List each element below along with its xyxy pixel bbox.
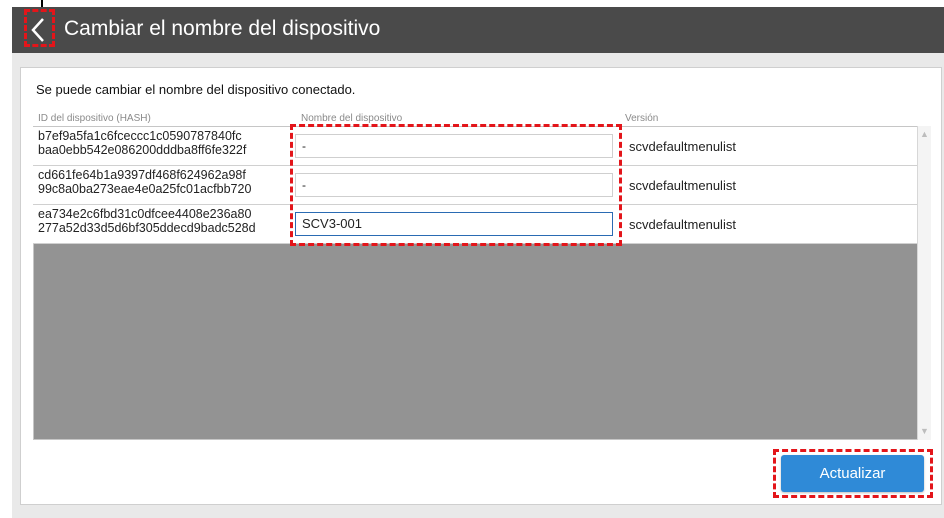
- device-version: scvdefaultmenulist: [629, 217, 736, 232]
- device-name-input[interactable]: -: [295, 173, 613, 197]
- table-row: b7ef9a5fa1c6fceccc1c0590787840fc baa0ebb…: [33, 127, 917, 166]
- device-id: ea734e2c6fbd31c0dfcee4408e236a80 277a52d…: [38, 207, 256, 235]
- device-name-input[interactable]: SCV3-001: [295, 212, 613, 236]
- chevron-left-icon: [31, 18, 44, 42]
- table-scrollbar[interactable]: ▲ ▼: [917, 126, 931, 440]
- device-name-input[interactable]: -: [295, 134, 613, 158]
- device-version: scvdefaultmenulist: [629, 139, 736, 154]
- device-id: b7ef9a5fa1c6fceccc1c0590787840fc baa0ebb…: [38, 129, 247, 157]
- page-title: Cambiar el nombre del dispositivo: [64, 17, 381, 40]
- device-id: cd661fe64b1a9397df468f624962a98f 99c8a0b…: [38, 168, 252, 196]
- description-text: Se puede cambiar el nombre del dispositi…: [36, 82, 356, 97]
- header-bar: Cambiar el nombre del dispositivo: [12, 7, 944, 53]
- scroll-down-arrow-icon[interactable]: ▼: [920, 426, 929, 436]
- table-row: cd661fe64b1a9397df468f624962a98f 99c8a0b…: [33, 166, 917, 205]
- scroll-up-arrow-icon[interactable]: ▲: [920, 129, 929, 139]
- update-button[interactable]: Actualizar: [781, 455, 924, 492]
- back-button[interactable]: [26, 15, 50, 45]
- column-header-name: Nombre del dispositivo: [301, 113, 403, 124]
- device-version: scvdefaultmenulist: [629, 178, 736, 193]
- column-header-version: Versión: [625, 113, 659, 124]
- column-header-id: ID del dispositivo (HASH): [38, 113, 151, 124]
- table-row: ea734e2c6fbd31c0dfcee4408e236a80 277a52d…: [33, 205, 917, 244]
